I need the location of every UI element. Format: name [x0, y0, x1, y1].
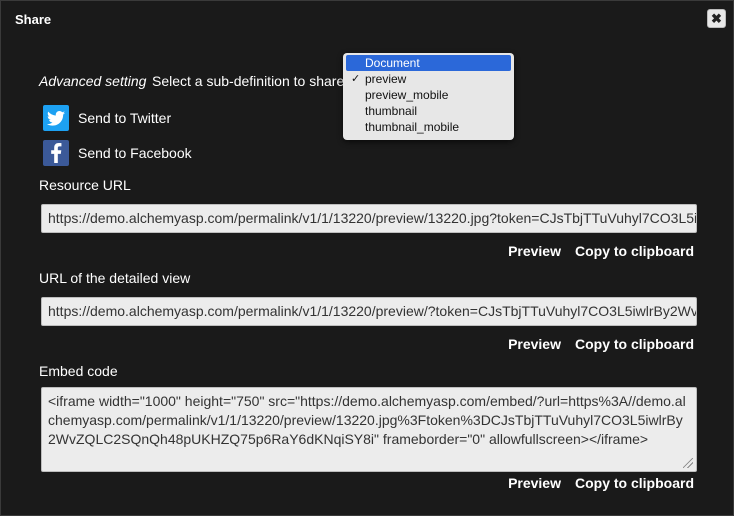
dropdown-option-preview-mobile[interactable]: preview_mobile: [343, 87, 514, 103]
option-label: Document: [365, 56, 420, 70]
detail-copy-link[interactable]: Copy to clipboard: [575, 336, 694, 352]
resize-grip-icon[interactable]: [683, 458, 693, 468]
checkmark-icon: ✓: [351, 73, 361, 85]
send-to-facebook-button[interactable]: Send to Facebook: [43, 140, 192, 166]
send-to-twitter-button[interactable]: Send to Twitter: [43, 105, 171, 131]
advanced-setting-label: Advanced setting: [39, 73, 147, 89]
dialog-title: Share: [15, 12, 52, 27]
embed-code-label: Embed code: [39, 363, 118, 379]
dropdown-option-thumbnail[interactable]: thumbnail: [343, 103, 514, 119]
dropdown-option-preview[interactable]: ✓ preview: [343, 71, 514, 87]
facebook-label: Send to Facebook: [78, 145, 192, 161]
detail-url-actions: Preview Copy to clipboard: [508, 336, 694, 352]
detail-url-field[interactable]: https://demo.alchemyasp.com/permalink/v1…: [41, 297, 697, 326]
dialog-titlebar: Share ✖: [1, 1, 733, 37]
embed-copy-link[interactable]: Copy to clipboard: [575, 475, 694, 491]
embed-actions: Preview Copy to clipboard: [508, 475, 694, 491]
option-label: thumbnail: [365, 104, 418, 118]
facebook-icon: [43, 140, 69, 166]
embed-code-text: <iframe width="1000" height="750" src="h…: [48, 393, 686, 447]
dropdown-option-thumbnail-mobile[interactable]: thumbnail_mobile: [343, 119, 514, 135]
resource-url-label: Resource URL: [39, 177, 131, 193]
option-label: thumbnail_mobile: [365, 120, 460, 134]
detail-url-label: URL of the detailed view: [39, 270, 191, 286]
dropdown-option-document[interactable]: Document: [346, 55, 511, 71]
share-dialog: Share ✖ Advanced setting Select a sub-de…: [0, 0, 734, 516]
resource-url-actions: Preview Copy to clipboard: [508, 243, 694, 259]
embed-preview-link[interactable]: Preview: [508, 475, 561, 491]
detail-preview-link[interactable]: Preview: [508, 336, 561, 352]
twitter-label: Send to Twitter: [78, 110, 172, 126]
twitter-icon: [43, 105, 69, 131]
resource-preview-link[interactable]: Preview: [508, 243, 561, 259]
sub-definition-dropdown[interactable]: Document ✓ preview preview_mobile thumbna…: [343, 53, 514, 140]
embed-code-textarea[interactable]: <iframe width="1000" height="750" src="h…: [41, 387, 697, 472]
option-label: preview: [365, 72, 407, 86]
resource-url-field[interactable]: https://demo.alchemyasp.com/permalink/v1…: [41, 204, 697, 233]
resource-copy-link[interactable]: Copy to clipboard: [575, 243, 694, 259]
close-button[interactable]: ✖: [707, 9, 726, 28]
option-label: preview_mobile: [365, 88, 449, 102]
sub-definition-label: Select a sub-definition to share: [152, 73, 345, 89]
